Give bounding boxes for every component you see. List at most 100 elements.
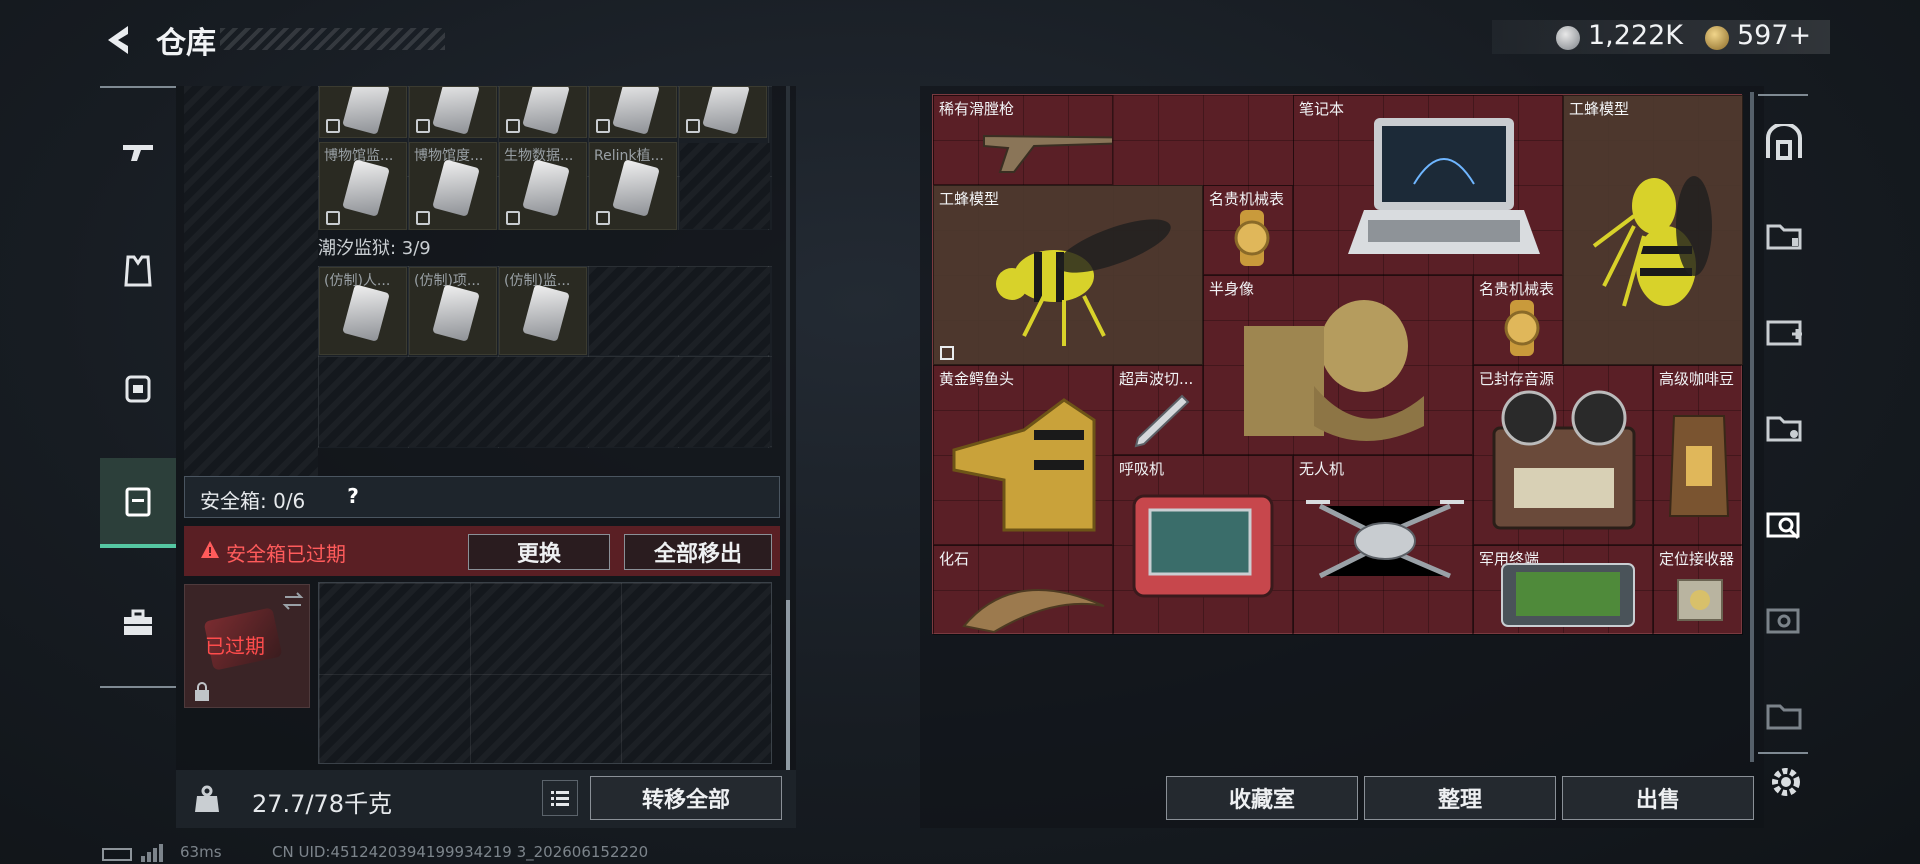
- stash-item-watch[interactable]: 名贵机械表: [1203, 185, 1293, 275]
- signal-icon: [141, 844, 163, 862]
- storage-folder-icon: [1766, 224, 1802, 250]
- stash-page-1-button[interactable]: [1760, 210, 1808, 258]
- right-rail-divider: [1750, 92, 1754, 762]
- stash-page-5-button[interactable]: [1760, 594, 1808, 642]
- drone-image: [1306, 500, 1464, 579]
- stash-item-gold-crocodile-head[interactable]: 黄金鳄鱼头: [933, 365, 1113, 545]
- list-icon: [551, 791, 569, 806]
- stash-page-6-button[interactable]: [1760, 690, 1808, 738]
- stash-item-bee-model[interactable]: 工蜂模型: [1563, 95, 1743, 365]
- prison-item[interactable]: (仿制)人...: [319, 267, 407, 355]
- scrollbar-thumb[interactable]: [786, 600, 790, 770]
- weight-icon: [195, 785, 219, 812]
- stash-item-coffee-beans[interactable]: 高级咖啡豆: [1653, 365, 1743, 545]
- user-id-text: CN UID:4512420394199934219 3_20260615222…: [272, 843, 649, 861]
- briefcase-icon: [124, 609, 152, 635]
- safebox-grid-lines: [318, 582, 772, 764]
- terminal-image: [1501, 563, 1635, 627]
- backpack-item[interactable]: [409, 86, 497, 138]
- sell-button[interactable]: 出售: [1562, 776, 1754, 820]
- stash-item-bee-model[interactable]: 工蜂模型: [933, 185, 1203, 365]
- help-icon[interactable]: ?: [340, 484, 366, 510]
- battery-icon: [102, 848, 132, 861]
- back-arrow-icon[interactable]: [100, 20, 140, 60]
- empty-slot: [680, 143, 770, 229]
- backpack-item[interactable]: [589, 86, 677, 138]
- stash-item-laptop[interactable]: 笔记本: [1293, 95, 1563, 275]
- silver-coin-icon: [1556, 26, 1580, 50]
- backpack-item[interactable]: [319, 86, 407, 138]
- bust-image: [1244, 300, 1424, 441]
- ventilator-image: [1132, 494, 1274, 598]
- stash-home-button[interactable]: [1760, 118, 1808, 166]
- bee-image: [1592, 176, 1712, 307]
- list-view-button[interactable]: [542, 780, 578, 816]
- stash-grid[interactable]: 稀有滑膛枪 笔记本 工蜂模型 工蜂模型 名贵机械表 半身像 名贵机械表 黄金鳄鱼…: [932, 94, 1743, 635]
- prison-section-label: 潮汐监狱: 3/9: [318, 238, 431, 259]
- stash-item-military-terminal[interactable]: 军用终端: [1473, 545, 1653, 635]
- swap-icon[interactable]: [282, 590, 304, 612]
- safebox-expired-label: 已过期: [205, 634, 265, 658]
- warning-icon: [201, 541, 219, 558]
- rail-backpack-button[interactable]: [100, 342, 176, 432]
- stash-page-2-button[interactable]: [1760, 306, 1808, 354]
- crocodile-head-image: [952, 398, 1096, 532]
- tape-recorder-image: [1492, 390, 1636, 530]
- backpack-item[interactable]: [499, 86, 587, 138]
- prison-item[interactable]: (仿制)监...: [499, 267, 587, 355]
- backpack-item[interactable]: 博物馆度...: [409, 142, 497, 230]
- prison-item[interactable]: (仿制)项...: [409, 267, 497, 355]
- expired-warning-text: 安全箱已过期: [226, 542, 346, 566]
- backpack-item[interactable]: [679, 86, 767, 138]
- vault-icon: [1766, 124, 1802, 160]
- empty-slot-column: [184, 86, 318, 478]
- stash-item-musket[interactable]: 稀有滑膛枪: [933, 95, 1113, 185]
- stash-item-bust[interactable]: 半身像: [1203, 275, 1473, 455]
- stash-item-sealed-audio[interactable]: 已封存音源: [1473, 365, 1653, 545]
- rail-weapons-button[interactable]: [100, 106, 176, 196]
- transfer-all-button[interactable]: 转移全部: [590, 776, 782, 820]
- gold-coin-icon: [1705, 26, 1729, 50]
- watch-image: [1234, 210, 1270, 266]
- vest-icon: [124, 255, 152, 287]
- stash-page-3-button[interactable]: [1760, 402, 1808, 450]
- backpack-item[interactable]: Relink植...: [589, 142, 677, 230]
- collection-room-button[interactable]: 收藏室: [1166, 776, 1358, 820]
- stash-item-locator-receiver[interactable]: 定位接收器: [1653, 545, 1743, 635]
- bee-image: [996, 219, 1171, 346]
- storage-folder-icon: [1766, 416, 1802, 442]
- stash-item-ventilator[interactable]: 呼吸机: [1113, 455, 1293, 635]
- gear-icon[interactable]: [1766, 762, 1806, 802]
- replace-button[interactable]: 更换: [468, 534, 610, 570]
- backpack-item[interactable]: 生物数据...: [499, 142, 587, 230]
- coffee-bag-image: [1668, 415, 1730, 517]
- gun-icon: [123, 145, 153, 161]
- stash-item-watch[interactable]: 名贵机械表: [1473, 275, 1563, 365]
- watch-image: [1504, 300, 1540, 356]
- backpack-item[interactable]: 博物馆监...: [319, 142, 407, 230]
- stash-item-drone[interactable]: 无人机: [1293, 455, 1473, 635]
- stash-item-fossil[interactable]: 化石: [933, 545, 1113, 635]
- weight-value: 27.7/78千克: [252, 790, 393, 818]
- rail-armor-button[interactable]: [100, 226, 176, 316]
- move-all-out-button[interactable]: 全部移出: [624, 534, 772, 570]
- not-found-marker-icon: [940, 346, 954, 360]
- empty-slot-row: [319, 357, 770, 447]
- stash-item-ultrasonic-cutter[interactable]: 超声波切...: [1113, 365, 1203, 455]
- rail-safebox-button[interactable]: [100, 458, 176, 548]
- organize-button[interactable]: 整理: [1364, 776, 1556, 820]
- fossil-image: [962, 589, 1105, 634]
- stash-page-4-button[interactable]: [1760, 498, 1808, 546]
- receiver-image: [1677, 579, 1723, 621]
- ping-readout: 63ms: [180, 843, 222, 861]
- lock-icon: [195, 682, 209, 701]
- page-title: 仓库: [156, 26, 216, 61]
- backpack-icon: [125, 375, 151, 403]
- empty-slot: [589, 267, 770, 355]
- laptop-image: [1348, 118, 1540, 254]
- rail-toolbox-button[interactable]: [100, 578, 176, 668]
- premium-balance[interactable]: 597+: [1737, 20, 1811, 51]
- storage-add-icon: [1766, 320, 1802, 346]
- storage-folder-icon: [1766, 704, 1802, 730]
- safebox-capacity: 安全箱: 0/6: [200, 489, 306, 513]
